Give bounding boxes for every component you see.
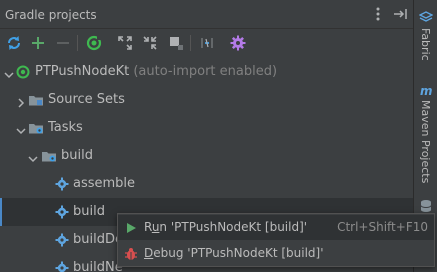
minus-icon[interactable] <box>52 32 74 54</box>
database-icon <box>419 198 433 212</box>
context-menu: Run 'PTPushNodeKt [build]' Ctrl+Shift+F1… <box>117 213 435 267</box>
sidebar-item-database[interactable] <box>414 196 437 214</box>
chevron-down-icon[interactable] <box>28 150 38 163</box>
tasks-folder-icon <box>41 148 57 164</box>
chevron-down-icon[interactable] <box>16 122 26 135</box>
tree-label-build-group: build <box>61 148 93 163</box>
panel-title: Gradle projects <box>5 8 97 22</box>
hide-panel-icon[interactable] <box>390 4 410 24</box>
tree-label-tasks: Tasks <box>48 120 83 135</box>
debug-icon <box>124 246 138 260</box>
gradle-run-icon[interactable] <box>83 32 105 54</box>
collapse-all-icon[interactable] <box>139 32 161 54</box>
more-vertical-icon[interactable] <box>368 4 388 24</box>
chevron-right-icon[interactable] <box>16 94 26 108</box>
auto-import-note: (auto-import enabled) <box>133 64 278 79</box>
sidebar-label-maven: Maven Projects <box>419 100 432 184</box>
tree-row-tasks[interactable]: Tasks <box>0 114 413 142</box>
menu-label-run: Run 'PTPushNodeKt [build]' <box>144 220 308 234</box>
tree-label-source-sets: Source Sets <box>48 92 125 107</box>
tasks-folder-icon <box>28 120 44 136</box>
toolbar-separator <box>190 35 191 51</box>
tree-row-source-sets[interactable]: Source Sets <box>0 86 413 114</box>
tree-label-task: assemble <box>73 176 136 191</box>
menu-label-debug: Debug 'PTPushNodeKt [build]' <box>144 246 324 260</box>
menu-shortcut-run: Ctrl+Shift+F10 <box>337 220 428 234</box>
menu-item-run[interactable]: Run 'PTPushNodeKt [build]' Ctrl+Shift+F1… <box>118 215 434 240</box>
tree-row-build-group[interactable]: build <box>0 142 413 170</box>
gradle-toolbar <box>0 29 413 57</box>
sidebar-item-maven-projects[interactable]: m Maven Projects <box>414 82 437 192</box>
gear-icon[interactable] <box>227 32 249 54</box>
sidebar-label-fabric: Fabric <box>419 28 432 61</box>
tree-label-task: buildDe <box>73 232 123 247</box>
tree-row-task[interactable]: assemble <box>0 170 413 198</box>
toolbar-separator <box>77 35 78 51</box>
sidebar-item-fabric[interactable]: Fabric <box>414 6 437 70</box>
gear-icon <box>54 260 70 272</box>
fabric-icon <box>418 10 434 24</box>
chevron-down-icon[interactable] <box>4 66 14 79</box>
gear-icon <box>54 176 70 192</box>
plus-icon[interactable] <box>27 32 49 54</box>
gradle-project-icon <box>15 64 31 80</box>
tree-label-project: PTPushNodeKt (auto-import enabled) <box>35 64 278 79</box>
gear-icon <box>54 204 70 220</box>
tree-label-task: build <box>73 204 105 219</box>
tree-row-project[interactable]: PTPushNodeKt (auto-import enabled) <box>0 58 413 86</box>
run-icon <box>124 220 138 234</box>
menu-item-debug[interactable]: Debug 'PTPushNodeKt [build]' <box>118 241 434 266</box>
source-folder-icon <box>28 92 44 108</box>
offline-icon[interactable] <box>165 32 187 54</box>
tree-label-task: buildNe <box>73 260 123 272</box>
expand-all-icon[interactable] <box>114 32 136 54</box>
maven-icon: m <box>420 84 433 98</box>
tool-window-header: Gradle projects <box>0 0 413 29</box>
link-icon[interactable] <box>196 32 218 54</box>
gear-icon <box>54 232 70 248</box>
refresh-icon[interactable] <box>3 32 25 54</box>
